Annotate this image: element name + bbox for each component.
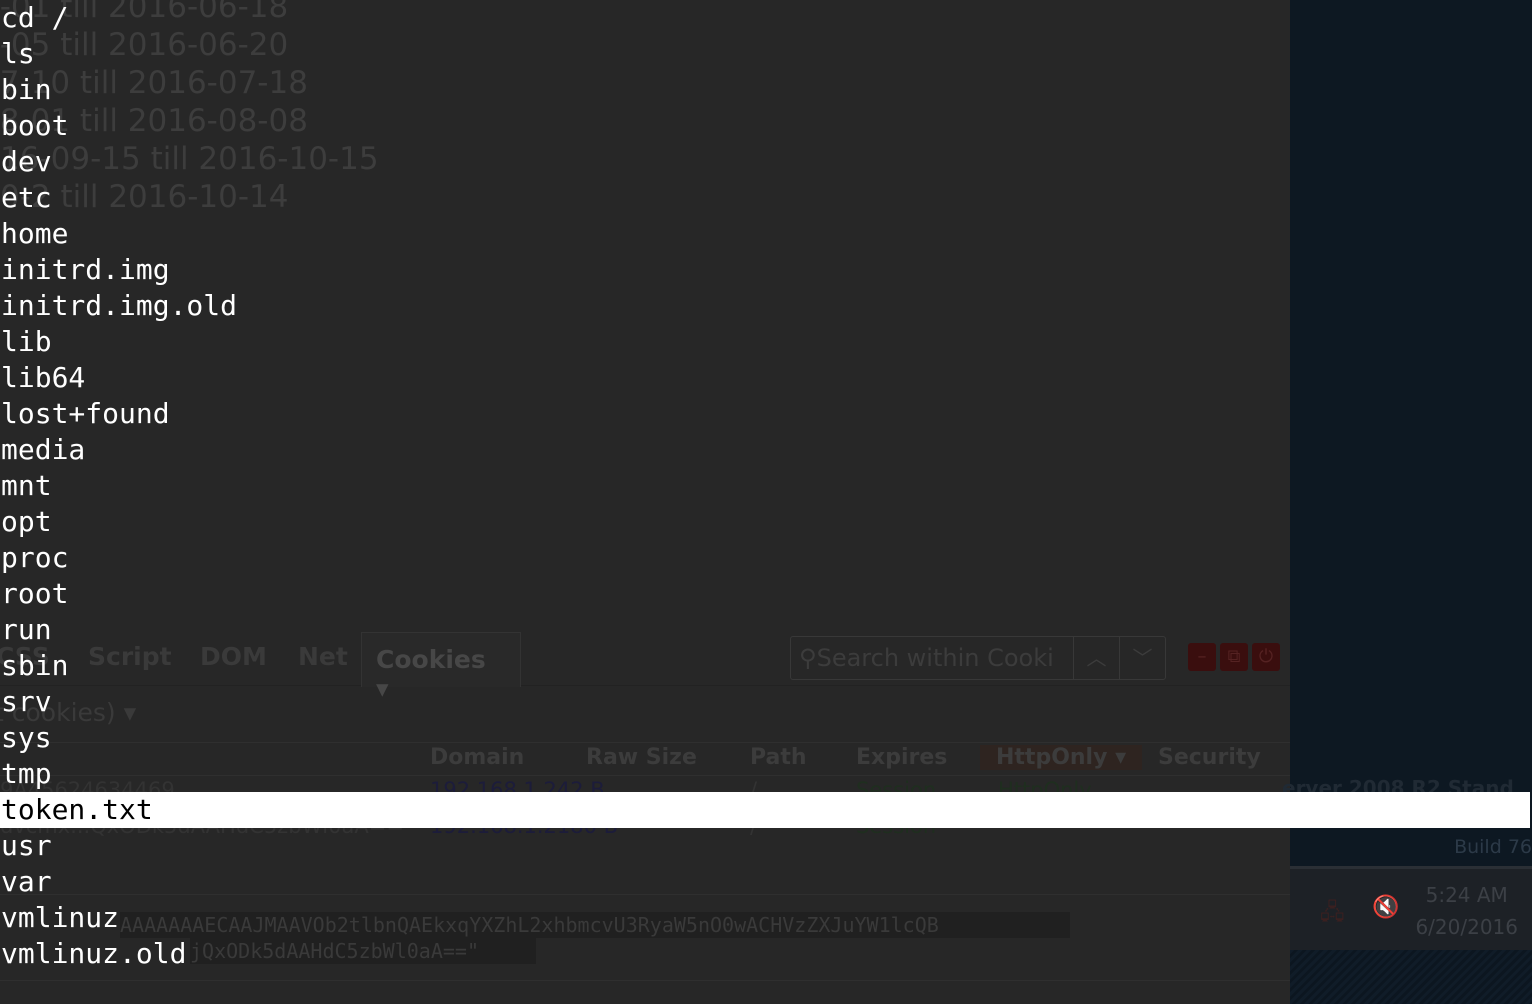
terminal-line: lib [1,325,52,358]
terminal-line: etc [1,181,52,214]
terminal-line: sys [1,721,52,754]
terminal-line: root [1,577,69,610]
terminal-line: vmlinuz [1,901,120,934]
terminal-line: initrd.img.old [1,289,238,322]
terminal-line: bin [1,73,52,106]
terminal-line: opt [1,505,52,538]
terminal-line: dev [1,145,52,178]
terminal-line: usr [1,829,52,862]
terminal-line: run [1,613,52,646]
terminal-line: vmlinuz.old [1,937,187,970]
terminal-line: lib64 [1,361,86,394]
terminal-line: sbin [1,649,69,682]
terminal-line: boot [1,109,69,142]
terminal-line: srv [1,685,52,718]
terminal-line: media [1,433,86,466]
terminal-line: initrd.img [1,253,170,286]
terminal-line: mnt [1,469,52,502]
terminal-line: token.txt [0,792,1530,828]
divider [0,980,1290,981]
terminal-output: cd / ls bin boot dev etc home initrd.img initrd.… [0,0,1532,972]
terminal-line: var [1,865,52,898]
terminal-line: proc [1,541,69,574]
terminal-line: lost+found [1,397,170,430]
terminal-command: cd / [1,1,69,34]
terminal-line: home [1,217,69,250]
terminal-command: ls [1,37,35,70]
terminal-line: tmp [1,757,52,790]
